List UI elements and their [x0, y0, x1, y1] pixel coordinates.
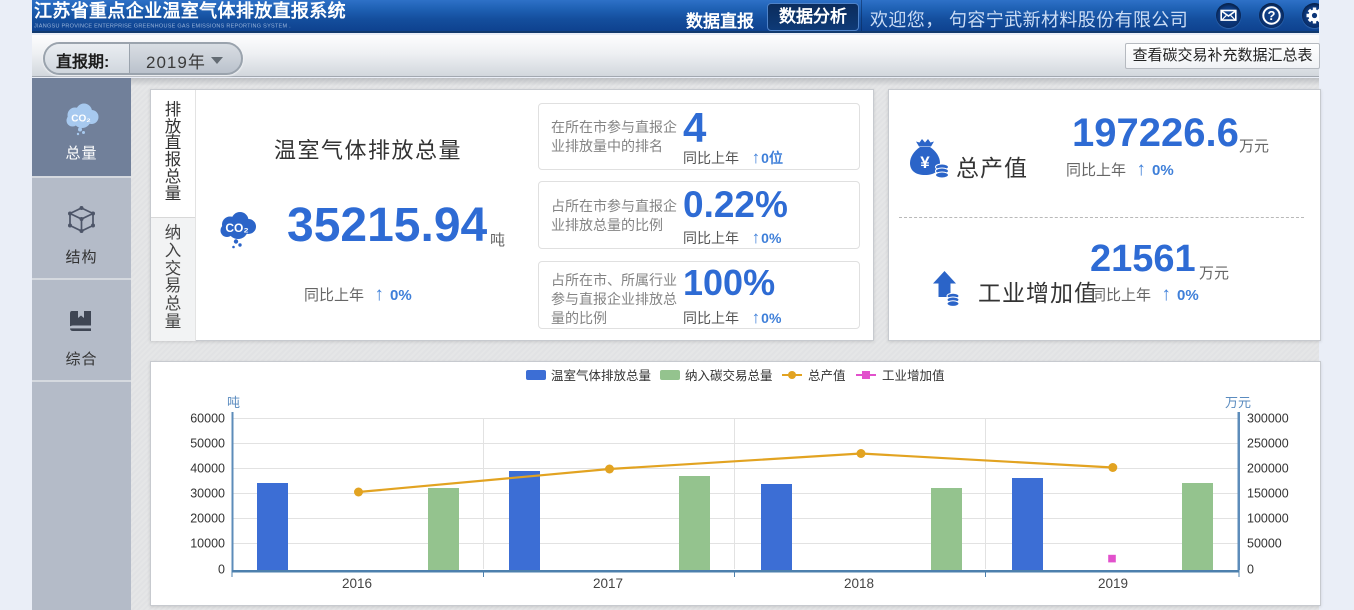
svg-text:总产值: 总产值 [808, 368, 846, 383]
svg-text:30000: 30000 [190, 487, 225, 501]
svg-text:100000: 100000 [1247, 512, 1289, 526]
svg-text:40000: 40000 [190, 462, 225, 476]
svg-text:温室气体排放总量: 温室气体排放总量 [551, 368, 651, 383]
svg-text:工业增加值: 工业增加值 [882, 368, 945, 383]
svg-text:2018: 2018 [844, 576, 874, 591]
svg-text:2016: 2016 [342, 576, 372, 591]
svg-text:50000: 50000 [1247, 537, 1282, 551]
svg-text:2019: 2019 [1098, 576, 1128, 591]
svg-text:?: ? [1268, 8, 1276, 23]
svg-text:2017: 2017 [593, 576, 623, 591]
svg-text:纳入碳交易总量: 纳入碳交易总量 [685, 368, 773, 383]
svg-text:300000: 300000 [1247, 412, 1289, 426]
svg-text:万元: 万元 [1225, 395, 1251, 410]
svg-text:CO₂: CO₂ [225, 221, 248, 235]
svg-text:0: 0 [218, 563, 225, 577]
svg-text:吨: 吨 [227, 395, 240, 410]
svg-text:50000: 50000 [190, 437, 225, 451]
svg-text:250000: 250000 [1247, 437, 1289, 451]
svg-text:¥: ¥ [920, 153, 930, 172]
svg-text:CO₂: CO₂ [71, 114, 90, 125]
svg-text:20000: 20000 [190, 512, 225, 526]
svg-text:150000: 150000 [1247, 487, 1289, 501]
svg-text:10000: 10000 [190, 537, 225, 551]
svg-text:60000: 60000 [190, 412, 225, 426]
svg-text:0: 0 [1247, 563, 1254, 577]
svg-text:200000: 200000 [1247, 462, 1289, 476]
